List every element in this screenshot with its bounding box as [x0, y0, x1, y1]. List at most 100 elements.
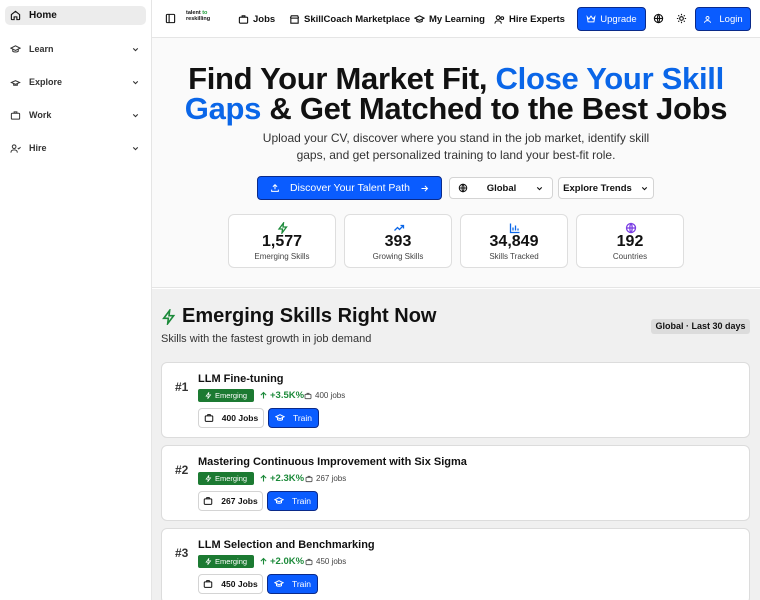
chevron-down-icon: [132, 146, 139, 150]
sidebar-item-home[interactable]: Home: [5, 6, 146, 25]
stat-value: 192: [616, 233, 644, 250]
stat-value: 34,849: [489, 233, 539, 250]
user-icon: [704, 15, 712, 23]
sidebar-item-label: Home: [29, 10, 57, 21]
home-icon: [10, 10, 21, 21]
arrow-up-icon: [260, 474, 267, 482]
sidebar-item-learn[interactable]: Learn: [5, 39, 146, 59]
stat-card-countries: 192 Countries: [576, 214, 684, 268]
logo[interactable]: talent to reskilling: [186, 10, 216, 26]
chevron-down-icon: [641, 186, 647, 190]
skill-rank: #2: [175, 463, 189, 477]
arrow-up-icon: [260, 391, 267, 399]
graduation-cap-icon: [273, 497, 284, 504]
globe-icon[interactable]: [653, 13, 664, 24]
skill-rank: #1: [175, 380, 189, 394]
nav-hire-experts[interactable]: Hire Experts: [494, 0, 565, 38]
sidebar-item-label: Explore: [29, 77, 63, 87]
briefcase-icon: [10, 110, 21, 121]
sun-icon[interactable]: [676, 13, 687, 24]
graduation-cap-icon: [273, 580, 284, 587]
zap-icon: [205, 475, 212, 482]
nav-my-learning[interactable]: My Learning: [414, 0, 485, 38]
skill-rank: #3: [175, 546, 189, 560]
hero-subtitle: Upload your CV, discover where you stand…: [262, 131, 650, 162]
chevron-down-icon: [132, 80, 139, 84]
discover-talent-path-button[interactable]: Discover Your Talent Path: [257, 176, 442, 200]
chevron-down-icon: [132, 47, 139, 51]
globe-icon: [458, 183, 468, 193]
skill-card[interactable]: #2 Mastering Continuous Improvement with…: [161, 445, 750, 521]
chevron-down-icon: [536, 186, 543, 190]
region-select[interactable]: Global: [449, 177, 553, 199]
section-title: Emerging Skills Right Now: [161, 305, 436, 328]
skill-name: Mastering Continuous Improvement with Si…: [198, 456, 467, 468]
skill-name: LLM Selection and Benchmarking: [198, 539, 375, 551]
sidebar-item-explore[interactable]: Explore: [5, 72, 146, 92]
train-button[interactable]: Train: [267, 491, 318, 511]
login-button[interactable]: Login: [695, 7, 751, 31]
sidebar-item-label: Learn: [29, 44, 54, 54]
train-button[interactable]: Train: [267, 574, 318, 594]
stat-label: Countries: [612, 252, 648, 261]
arrow-up-icon: [260, 557, 267, 565]
emerging-tag: Emerging: [198, 555, 254, 568]
graduation-cap-icon: [274, 414, 285, 421]
explore-trends-button[interactable]: Explore Trends: [558, 177, 654, 199]
view-jobs-button[interactable]: 400 Jobs: [198, 408, 264, 428]
compass-icon: [10, 77, 21, 88]
top-navbar: talent to reskilling Jobs SkillCoach Mar…: [152, 0, 760, 38]
growth-value: +2.0K%: [259, 556, 304, 567]
section-subtitle: Skills with the fastest growth in job de…: [161, 333, 372, 345]
scope-badge: Global · Last 30 days: [651, 319, 750, 334]
stat-card-emerging-skills: 1,577 Emerging Skills: [228, 214, 336, 268]
growth-value: +2.3K%: [259, 473, 304, 484]
sidebar-item-label: Work: [29, 110, 52, 120]
graduation-cap-icon: [10, 44, 21, 55]
sidebar-toggle-icon[interactable]: [165, 13, 176, 24]
emerging-tag: Emerging: [198, 389, 254, 402]
sidebar-item-work[interactable]: Work: [5, 105, 146, 125]
skill-card[interactable]: #3 LLM Selection and Benchmarking Emergi…: [161, 528, 750, 600]
zap-icon: [205, 558, 212, 565]
stat-label: Skills Tracked: [489, 252, 539, 261]
sidebar: Home Learn Explore Work Hire: [0, 0, 152, 600]
skill-card[interactable]: #1 LLM Fine-tuning Emerging +3.5K% 400 j…: [161, 362, 750, 438]
sidebar-item-label: Hire: [29, 143, 47, 153]
briefcase-icon: [204, 414, 214, 422]
stat-card-growing-skills: 393 Growing Skills: [344, 214, 452, 268]
emerging-skills-section: Emerging Skills Right Now Skills with th…: [152, 289, 760, 600]
chevron-down-icon: [132, 113, 139, 117]
store-icon: [289, 14, 300, 25]
hero-title: Find Your Market Fit, Close Your Skill G…: [184, 61, 728, 126]
stat-card-skills-tracked: 34,849 Skills Tracked: [460, 214, 568, 268]
job-count: 450 jobs: [305, 557, 346, 566]
growth-value: +3.5K%: [259, 390, 304, 401]
arrow-right-icon: [421, 185, 429, 191]
upload-icon: [271, 183, 279, 192]
zap-icon: [205, 392, 212, 399]
briefcase-icon: [305, 475, 313, 482]
emerging-tag: Emerging: [198, 472, 254, 485]
stat-value: 393: [384, 233, 412, 250]
briefcase-icon: [238, 14, 249, 25]
graduation-cap-icon: [414, 14, 425, 25]
job-count: 267 jobs: [305, 474, 346, 483]
sidebar-item-hire[interactable]: Hire: [5, 138, 146, 158]
users-icon: [494, 14, 505, 25]
upgrade-button[interactable]: Upgrade: [577, 7, 646, 31]
nav-skillcoach-marketplace[interactable]: SkillCoach Marketplace: [289, 0, 410, 38]
stat-value: 1,577: [261, 233, 303, 250]
stat-label: Growing Skills: [372, 252, 424, 261]
hero-section: Find Your Market Fit, Close Your Skill G…: [152, 38, 760, 288]
view-jobs-button[interactable]: 450 Jobs: [198, 574, 263, 594]
train-button[interactable]: Train: [268, 408, 319, 428]
view-jobs-button[interactable]: 267 Jobs: [198, 491, 263, 511]
nav-jobs[interactable]: Jobs: [238, 0, 275, 38]
job-count: 400 jobs: [304, 391, 345, 400]
crown-icon: [586, 15, 596, 23]
briefcase-icon: [304, 392, 312, 399]
briefcase-icon: [204, 580, 213, 588]
skill-name: LLM Fine-tuning: [198, 373, 284, 385]
zap-icon: [162, 308, 176, 325]
